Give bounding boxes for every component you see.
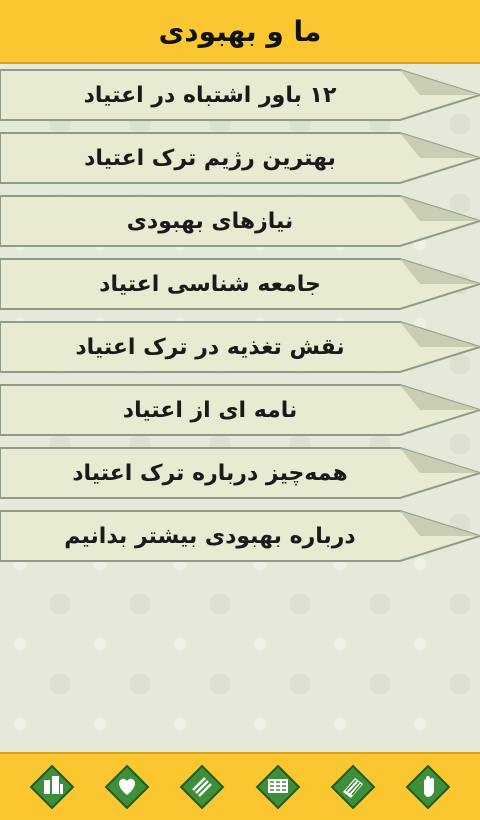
tab-city[interactable] xyxy=(255,764,301,810)
menu-item-5[interactable]: نقش تغذیه در ترک اعتیاد xyxy=(0,318,480,376)
tab-stripes[interactable] xyxy=(179,764,225,810)
hand-icon xyxy=(405,764,451,810)
menu-item-4[interactable]: جامعه شناسی اعتیاد xyxy=(0,255,480,313)
menu-list: ۱۲ باور اشتباه در اعتیاد بهترین رژیم ترک… xyxy=(0,66,480,570)
menu-item-3[interactable]: نیازهای بهبودی xyxy=(0,192,480,250)
menu-item-1[interactable]: ۱۲ باور اشتباه در اعتیاد xyxy=(0,66,480,124)
tab-building[interactable] xyxy=(29,764,75,810)
menu-item-2[interactable]: بهترین رژیم ترک اعتیاد xyxy=(0,129,480,187)
app-title: ما و بهبودی xyxy=(158,14,322,48)
city-icon xyxy=(255,764,301,810)
book-icon xyxy=(330,764,376,810)
menu-item-label: بهترین رژیم ترک اعتیاد xyxy=(84,145,336,171)
menu-item-label: نیازهای بهبودی xyxy=(126,208,294,234)
tab-hand[interactable] xyxy=(405,764,451,810)
menu-item-label: نقش تغذیه در ترک اعتیاد xyxy=(75,334,345,360)
menu-item-label: نامه ای از اعتیاد xyxy=(122,397,298,423)
building-icon xyxy=(29,764,75,810)
app-header: ما و بهبودی xyxy=(0,0,480,64)
heart-hands-icon xyxy=(104,764,150,810)
menu-item-7[interactable]: همه‌چیز درباره ترک اعتیاد xyxy=(0,444,480,502)
striped-diamond-icon xyxy=(179,764,225,810)
menu-item-label: درباره بهبودی بیشتر بدانیم xyxy=(64,523,356,549)
menu-item-label: جامعه شناسی اعتیاد xyxy=(99,271,321,297)
tab-heart[interactable] xyxy=(104,764,150,810)
menu-item-8[interactable]: درباره بهبودی بیشتر بدانیم xyxy=(0,507,480,565)
menu-item-6[interactable]: نامه ای از اعتیاد xyxy=(0,381,480,439)
tab-book[interactable] xyxy=(330,764,376,810)
bottom-tab-bar xyxy=(0,752,480,820)
menu-item-label: ۱۲ باور اشتباه در اعتیاد xyxy=(83,82,337,108)
menu-item-label: همه‌چیز درباره ترک اعتیاد xyxy=(72,460,348,486)
